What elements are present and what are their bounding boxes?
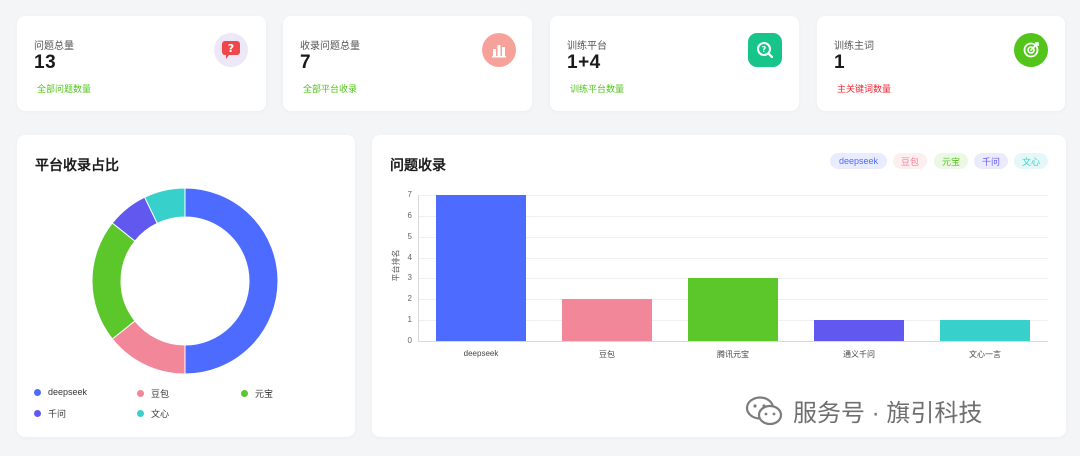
y-axis-label: 平台排名 (391, 249, 401, 282)
y-tick-label: 1 (407, 315, 412, 325)
stat-sub: 训练平台数量 (570, 84, 625, 94)
x-tick-label: 腾讯元宝 (717, 350, 749, 359)
legend-label: 元宝 (255, 389, 274, 399)
grid-line (418, 341, 1048, 342)
bar-chart-plot: 0 1 2 3 4 5 6 7 deepseek 豆包 腾讯元宝 通义千问 文心一言 (372, 135, 1066, 437)
watermark-text: 服务号 · 旗引科技 (793, 400, 983, 427)
watermark: 服务号 · 旗引科技 (745, 393, 982, 428)
y-tick-label: 0 (407, 336, 412, 345)
legend-dot (137, 390, 144, 397)
legend-dot (241, 390, 248, 397)
y-axis-line (418, 195, 419, 341)
search-question-icon: ? (748, 33, 782, 67)
bar-0[interactable] (436, 195, 526, 341)
legend-label: 千问 (48, 409, 67, 419)
question-index-panel: 问题收录 deepseek 豆包 元宝 千问 文心 0 1 2 3 4 5 6 7 deepse… (372, 135, 1066, 437)
stat-value: 13 (34, 52, 57, 73)
platform-share-panel: 平台收录占比 deepseek 豆包 元宝 千问 文心 (17, 135, 355, 437)
legend-item-wenxin[interactable]: 文心 (137, 407, 169, 420)
x-tick-label: 豆包 (599, 350, 615, 359)
donut-slice-2[interactable] (91, 222, 136, 340)
legend-item-yuanbao[interactable]: 元宝 (241, 387, 273, 400)
y-tick-label: 7 (407, 190, 412, 199)
stat-label: 问题总量 (34, 41, 74, 52)
question-chat-icon: ? (214, 33, 248, 67)
x-tick-label: deepseek (463, 349, 499, 358)
legend-label: deepseek (48, 387, 88, 397)
stat-label: 收录问题总量 (300, 41, 360, 52)
stat-value: 1+4 (567, 52, 601, 73)
y-tick-label: 2 (407, 294, 412, 304)
legend-item-doubao[interactable]: 豆包 (137, 387, 169, 400)
legend-dot (137, 410, 144, 417)
stat-value: 1 (834, 52, 846, 73)
legend-item-qianwen[interactable]: 千问 (34, 407, 66, 420)
svg-text:?: ? (762, 45, 767, 54)
stat-sub: 全部平台收录 (303, 84, 358, 94)
legend-dot (34, 388, 41, 396)
bar-chart-icon (482, 33, 516, 67)
legend-label: 豆包 (151, 389, 170, 399)
stat-label: 训练平台 (567, 41, 607, 52)
stat-label: 训练主词 (834, 41, 874, 52)
stat-sub: 全部问题数量 (37, 84, 92, 94)
svg-text:?: ? (228, 42, 234, 55)
stat-card-indexed-questions: 收录问题总量 7 全部平台收录 (283, 16, 532, 111)
x-tick-label: 文心一言 (969, 350, 1001, 359)
stat-card-training-keywords: 训练主词 1 主关键词数量 (817, 16, 1065, 111)
stat-card-training-platforms: 训练平台 1+4 训练平台数量 ? (550, 16, 799, 111)
wechat-icon (745, 395, 783, 425)
donut-chart (91, 187, 279, 375)
y-tick-label: 6 (407, 210, 412, 220)
target-icon (1014, 33, 1048, 67)
legend-dot (34, 410, 41, 417)
bar-1[interactable] (562, 299, 652, 341)
bar-3[interactable] (814, 320, 904, 341)
legend-label: 文心 (151, 409, 170, 419)
stat-sub: 主关键词数量 (837, 84, 892, 94)
stat-card-total-questions: 问题总量 13 全部问题数量 ? (17, 16, 266, 111)
y-tick-label: 5 (407, 231, 412, 241)
donut-slice-0[interactable] (184, 187, 279, 375)
bar-2[interactable] (688, 278, 778, 341)
x-tick-label: 通义千问 (843, 350, 875, 359)
stat-value: 7 (300, 52, 312, 73)
legend-item-deepseek[interactable]: deepseek (34, 387, 87, 397)
bar-4[interactable] (940, 320, 1030, 341)
